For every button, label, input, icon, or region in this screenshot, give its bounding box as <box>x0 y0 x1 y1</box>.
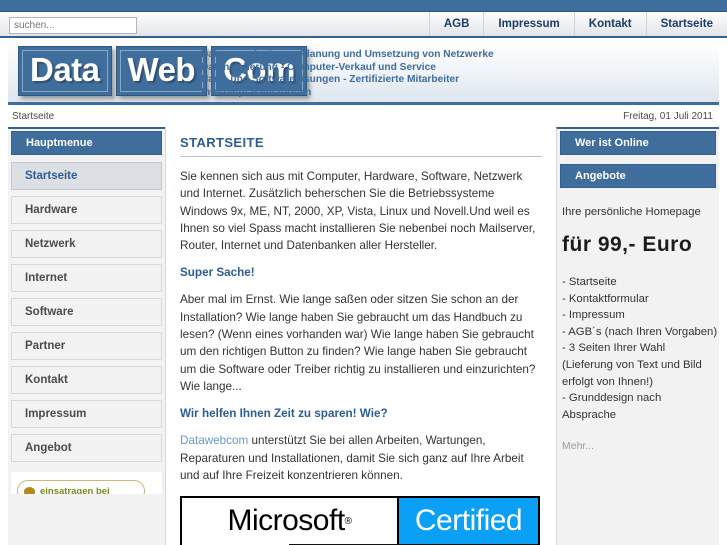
offer-intro-text: Ihre persönliche Homepage <box>562 206 701 218</box>
topnav-link-startseite[interactable]: Startseite <box>645 12 727 36</box>
tagline-line-3: Hard- und Softwarelösungen - Zertifizier… <box>201 74 460 86</box>
current-date: Freitag, 01 Juli 2011 <box>623 110 713 122</box>
sidebar-right: Wer ist Online Angebote Ihre persönliche… <box>556 127 719 545</box>
tagline-line-2: Datensicherung - Computer-Verkauf und Se… <box>201 61 436 73</box>
module-spacer <box>8 155 165 162</box>
registered-mark-icon: ® <box>344 515 352 527</box>
mscp-top-row: Microsoft ® Certified <box>182 498 538 545</box>
offer-line-agb: - AGB´s (nach Ihren Vorgaben) <box>562 325 718 338</box>
sidebar-item-hardware[interactable]: Hardware <box>11 196 162 224</box>
module-header-hauptmenue: Hauptmenue <box>11 131 162 155</box>
bookmark-icon <box>24 486 35 494</box>
offer-price: für 99,- Euro <box>562 233 693 256</box>
module-header-angebote: Angebote <box>560 164 716 188</box>
breadcrumb-bar: Startseite Freitag, 01 Juli 2011 <box>8 105 719 127</box>
logo-word-box-data: Data <box>18 46 112 96</box>
search-container <box>0 15 137 34</box>
body-paragraph-support: Datawebcom unterstützt Sie bei allen Arb… <box>180 432 542 484</box>
directory-badge[interactable]: einsatragen bei <box>17 480 145 494</box>
top-navigation-links: AGB Impressum Kontakt Startseite <box>428 12 727 36</box>
microsoft-certified-professional-logo: Microsoft® Certified Professional <box>180 496 540 545</box>
body-paragraph-questions: Aber mal im Ernst. Wie lange saßen oder … <box>180 293 536 393</box>
mscp-microsoft-wordmark: Microsoft ® <box>182 498 399 545</box>
subheading-zeit-sparen: Wir helfen Ihnen Zeit zu sparen! Wie? <box>180 407 388 421</box>
sidebar-item-angebot[interactable]: Angebot <box>11 434 162 462</box>
offer-line-erfolgt: erfolgt von Ihnen!) <box>562 375 654 388</box>
directory-badge-label: einsatragen bei <box>40 485 110 495</box>
directory-badge-container: einsatragen bei <box>11 472 162 494</box>
sidebar-item-netzwerk[interactable]: Netzwerk <box>11 230 162 258</box>
top-accent-strip <box>0 0 727 12</box>
sidebar-item-impressum[interactable]: Impressum <box>11 400 162 428</box>
site-header: Data Web Com Datenverarbeitung - Planung… <box>8 43 719 105</box>
offer-line-lieferung: (Lieferung von Text und Bild <box>562 358 702 371</box>
sidebar-item-partner[interactable]: Partner <box>11 332 162 360</box>
logo-word-data: Data <box>22 50 108 92</box>
logo-word-web: Web <box>119 50 204 92</box>
mscp-brand-text: Microsoft <box>227 504 345 538</box>
breadcrumb: Startseite <box>12 110 55 122</box>
offer-line-absprache: Absprache <box>562 408 617 421</box>
offer-line-grunddesign: - Grunddesign nach <box>562 392 662 405</box>
offer-line-seiten: - 3 Seiten Ihrer Wahl <box>562 342 666 355</box>
page-title: STARTSEITE <box>180 135 542 157</box>
offer-line-impressum: - Impressum <box>562 309 625 322</box>
main-content: STARTSEITE Sie kennen sich aus mit Compu… <box>165 127 556 545</box>
header-tagline: Datenverarbeitung - Planung und Umsetzun… <box>201 49 494 99</box>
sidebar-item-internet[interactable]: Internet <box>11 264 162 292</box>
topnav-link-kontakt[interactable]: Kontakt <box>573 12 646 36</box>
mscp-certified-text: Certified <box>399 498 538 545</box>
datawebcom-link[interactable]: Datawebcom <box>180 434 248 447</box>
sidebar-item-software[interactable]: Software <box>11 298 162 326</box>
offer-line-kontaktformular: - Kontaktformular <box>562 292 649 305</box>
module-spacer-right <box>557 155 719 162</box>
tagline-line-1: Datenverarbeitung - Planung und Umsetzun… <box>201 49 494 60</box>
topnav-link-impressum[interactable]: Impressum <box>483 12 573 36</box>
sidebar-item-kontakt[interactable]: Kontakt <box>11 366 162 394</box>
search-input[interactable] <box>9 16 137 34</box>
subheading-super-sache: Super Sache! <box>180 266 255 280</box>
logo-word-box-web: Web <box>115 46 208 96</box>
offer-feature-list: - Startseite - Kontaktformular - Impress… <box>557 274 719 423</box>
offer-line-startseite: - Startseite <box>562 276 617 288</box>
page-columns: Hauptmenue Startseite Hardware Netzwerk … <box>8 127 719 545</box>
topnav-link-agb[interactable]: AGB <box>428 12 484 36</box>
top-navigation-bar: AGB Impressum Kontakt Startseite <box>0 12 727 38</box>
sidebar-left: Hauptmenue Startseite Hardware Netzwerk … <box>8 127 165 545</box>
module-header-wer-ist-online: Wer ist Online <box>560 131 716 155</box>
offer-more-link[interactable]: Mehr... <box>557 440 719 452</box>
tagline-line-4: Internetpräsentationen <box>201 86 312 98</box>
sidebar-item-startseite[interactable]: Startseite <box>11 162 162 190</box>
intro-paragraph: Sie kennen sich aus mit Computer, Hardwa… <box>180 170 536 253</box>
